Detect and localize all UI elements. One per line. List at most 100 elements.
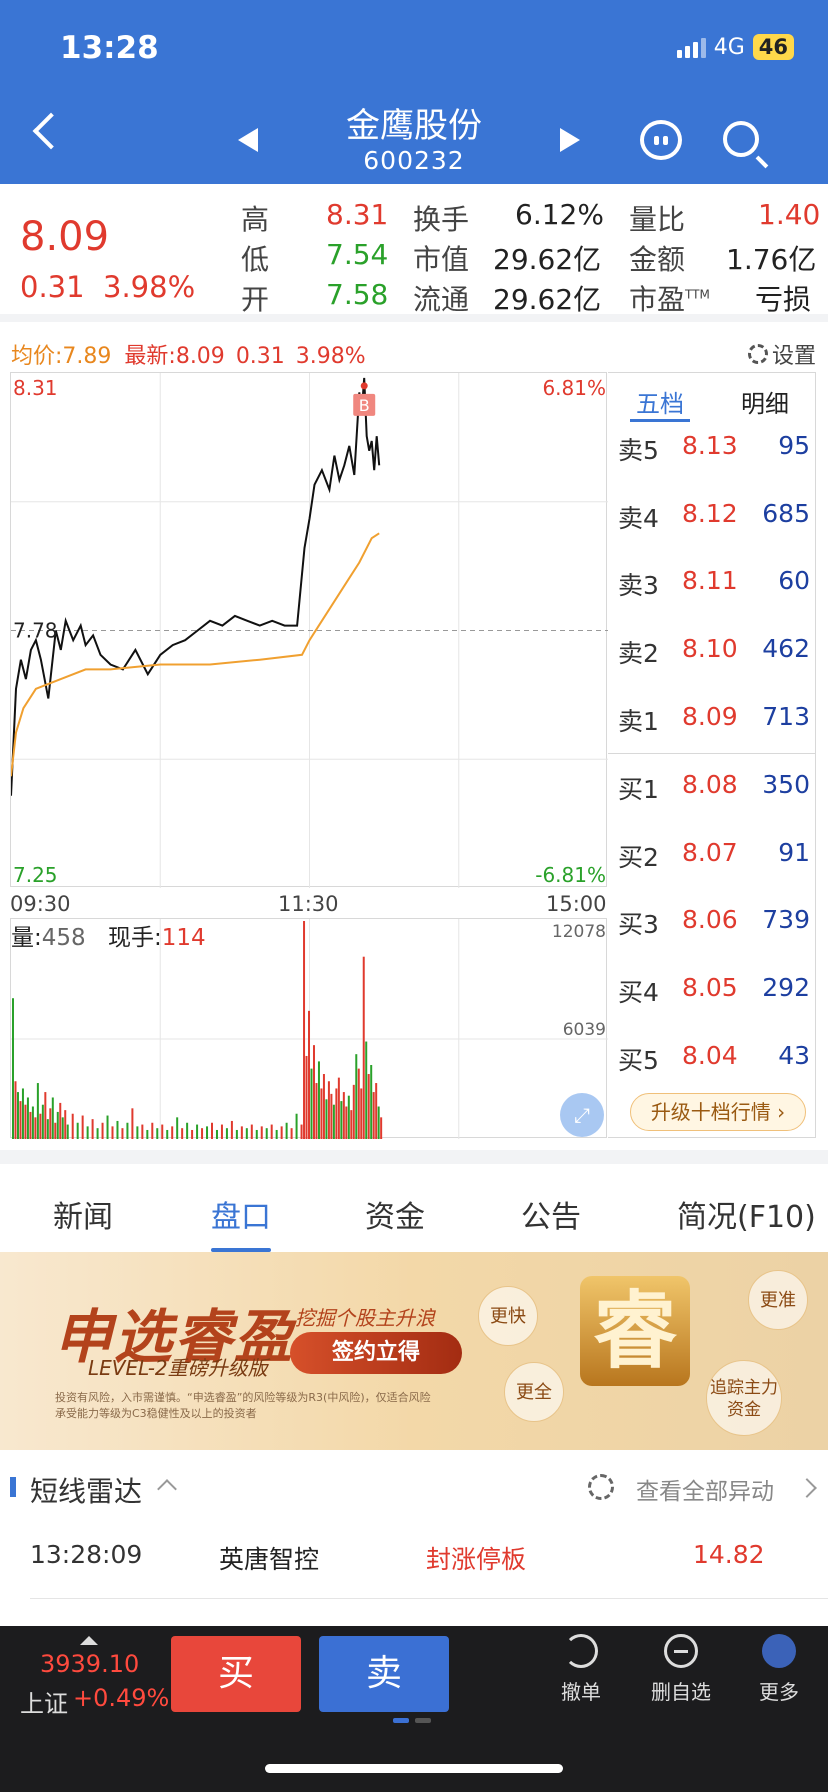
chart-info-line: 均价:7.89 最新:8.09 0.31 3.98% <box>11 338 366 370</box>
volume-bar <box>96 1128 99 1139</box>
radar-item[interactable]: 13:28:09 英唐智控 封涨停板 14.82 <box>0 1520 828 1600</box>
volume-bar <box>230 1120 233 1139</box>
remove-watchlist-button[interactable]: 删自选 <box>641 1634 721 1705</box>
volume-bar <box>337 1077 340 1139</box>
volume-bar <box>280 1126 283 1139</box>
tab-details[interactable]: 明细 <box>741 384 789 419</box>
volume-bar <box>12 998 14 1139</box>
volume-bar <box>201 1128 204 1139</box>
ask-row-1: 卖1 8.09 713 <box>618 702 810 736</box>
time-label-midday: 11:30 <box>278 892 339 916</box>
tab-orderbook[interactable]: 盘口 <box>211 1192 271 1236</box>
volume-bar <box>330 1093 333 1139</box>
index-name: 上证 <box>20 1690 68 1718</box>
tab-announcements[interactable]: 公告 <box>521 1192 581 1236</box>
volume-bar <box>342 1092 345 1139</box>
volume-bar <box>111 1126 114 1139</box>
volume-bar <box>325 1099 328 1139</box>
pct-low-label: -6.81% <box>535 863 606 887</box>
bid-row-2: 买2 8.07 91 <box>618 838 810 872</box>
volume-bar <box>285 1122 288 1139</box>
y-low-label: 7.25 <box>13 863 58 887</box>
view-all-alerts-link[interactable]: 查看全部异动 <box>636 1472 774 1506</box>
undo-icon <box>564 1634 598 1668</box>
bottom-trade-bar: 3939.10 上证 +0.49% 买 卖 撤单 删自选 更多 <box>0 1626 828 1792</box>
sell-button[interactable]: 卖 <box>319 1636 449 1712</box>
banner-subtitle: LEVEL-2重磅升级版 <box>88 1356 268 1380</box>
volume-bar <box>49 1108 52 1139</box>
market-cap-label: 市值 <box>413 243 470 276</box>
volume-bar <box>300 1124 303 1139</box>
volume-bar <box>141 1124 144 1139</box>
radar-title: 短线雷达 <box>30 1475 143 1508</box>
volume-bar <box>370 1064 373 1139</box>
tab-five-levels[interactable]: 五档 <box>636 384 684 419</box>
volume-bar <box>305 1055 308 1139</box>
volume-bar <box>215 1129 218 1139</box>
chart-settings-button[interactable]: 设置 <box>747 338 816 370</box>
search-icon[interactable] <box>723 121 759 157</box>
ask-row-2: 卖2 8.10 462 <box>618 634 810 668</box>
chevron-up-icon[interactable] <box>157 1479 177 1499</box>
bubble-faster: 更快 <box>478 1286 538 1346</box>
volume-bar <box>41 1104 44 1139</box>
stock-name: 金鹰股份 <box>346 106 482 146</box>
volume-bar <box>211 1122 213 1139</box>
volume-bar <box>310 1068 313 1139</box>
volume-chart[interactable]: 量:458 现手:114 12078 6039 <box>10 918 608 1139</box>
radar-accent-bar <box>10 1477 16 1497</box>
banner-cta-button[interactable]: 签约立得 <box>290 1332 462 1374</box>
volume-bar <box>220 1124 223 1139</box>
volume-label: 量:458 <box>11 925 86 951</box>
expand-index-icon[interactable] <box>80 1636 98 1645</box>
bid-row-5: 买5 8.04 43 <box>618 1041 810 1075</box>
ask-row-5: 卖5 8.13 95 <box>618 431 810 465</box>
index-value[interactable]: 3939.10 <box>40 1650 139 1678</box>
volume-bar <box>16 1092 19 1139</box>
radar-gear-icon[interactable] <box>588 1474 614 1500</box>
status-time: 13:28 <box>60 30 159 66</box>
amount-label: 金额 <box>629 243 686 276</box>
open-value: 7.58 <box>326 278 389 311</box>
volume-bar <box>81 1115 84 1139</box>
expand-chart-icon[interactable]: ⤢ <box>560 1093 604 1137</box>
low-label: 低 <box>241 243 270 276</box>
upgrade-ten-levels-button[interactable]: 升级十档行情 › <box>630 1093 806 1131</box>
volume-ratio-label: 量比 <box>629 203 686 236</box>
volume-bar <box>44 1092 47 1139</box>
volume-bar <box>171 1126 174 1139</box>
volume-bar <box>327 1081 330 1139</box>
radar-item-value: 14.82 <box>693 1540 765 1569</box>
volume-bar <box>335 1088 338 1139</box>
tab-funds[interactable]: 资金 <box>365 1192 425 1236</box>
volume-bar <box>26 1097 29 1139</box>
latest-pct: 3.98% <box>295 344 366 369</box>
more-button[interactable]: 更多 <box>739 1634 819 1705</box>
tab-news[interactable]: 新闻 <box>53 1192 113 1236</box>
intraday-chart[interactable]: B 8.31 6.81% 7.78 7.25 -6.81% <box>10 372 608 888</box>
volume-bar <box>24 1104 27 1139</box>
volume-bar <box>34 1117 37 1139</box>
cancel-order-button[interactable]: 撤单 <box>541 1634 621 1705</box>
tab-profile[interactable]: 简况(F10) <box>677 1192 816 1236</box>
robot-assistant-icon[interactable] <box>640 120 682 160</box>
order-book-divider <box>608 753 816 754</box>
promo-banner[interactable]: 申选睿盈 LEVEL-2重磅升级版 挖掘个股主升浪 签约立得 投资有风险，入市需… <box>0 1252 828 1450</box>
tab-indicator <box>630 419 690 422</box>
volume-axis-mid: 6039 <box>563 1020 606 1040</box>
battery-icon: 46 <box>752 34 794 60</box>
status-icons: 4G 46 <box>676 34 794 60</box>
volume-bar <box>352 1084 355 1139</box>
next-stock-icon[interactable] <box>560 128 580 152</box>
market-cap-value: 29.62亿 <box>493 243 602 276</box>
volume-bar <box>322 1074 325 1139</box>
buy-button[interactable]: 买 <box>171 1636 301 1712</box>
pe-value: 亏损 <box>755 283 812 316</box>
volume-bar <box>106 1115 109 1139</box>
volume-bar <box>64 1110 67 1139</box>
ask-row-3: 卖3 8.11 60 <box>618 566 810 600</box>
volume-bar <box>275 1129 278 1139</box>
volume-bar <box>380 1117 383 1139</box>
chevron-right-icon[interactable] <box>797 1478 817 1498</box>
volume-bar <box>225 1128 228 1139</box>
